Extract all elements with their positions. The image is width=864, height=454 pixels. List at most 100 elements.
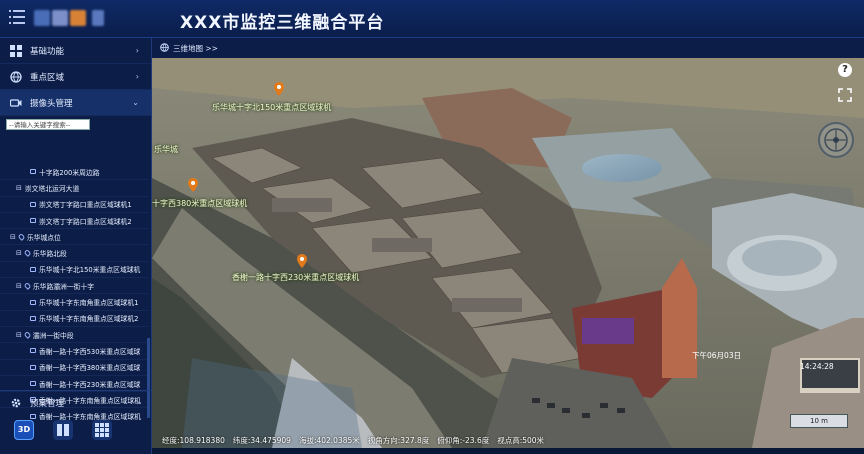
camera-icon: [30, 348, 36, 354]
chevron-right-icon: ›: [136, 398, 140, 407]
tree-item-label: 乐华城十字东南角重点区域球机2: [39, 315, 139, 324]
billboard-date-text: 下午06月03日: [692, 351, 742, 360]
bottom-strip: [152, 448, 864, 454]
sidebar-item-basic-functions[interactable]: 基础功能 ›: [0, 38, 151, 64]
camera-icon: [30, 315, 36, 321]
camera-map-label[interactable]: 香榭一路十字西230米重点区域球机: [232, 272, 359, 283]
camera-marker-icon[interactable]: [297, 254, 307, 268]
camera-marker-icon[interactable]: [188, 178, 198, 192]
tree-camera-item[interactable]: 香榭一路十字西530米重点区域球: [0, 343, 148, 360]
camera-map-label[interactable]: 十字西380米重点区域球机: [152, 198, 247, 209]
sidebar-item-label: 重点区域: [30, 72, 65, 83]
tree-item-label: 崇文塔北运河大道: [24, 184, 80, 193]
globe-icon: [160, 42, 169, 54]
chevron-right-icon: ›: [135, 72, 139, 81]
3d-view-label: 3D: [17, 425, 31, 434]
camera-map-label[interactable]: 乐华城十字北150米重点区域球机: [212, 102, 331, 113]
compass-icon: [824, 128, 848, 152]
tree-item-label: 崇文塔丁字路口重点区域球机2: [39, 217, 132, 226]
camera-icon: [30, 218, 36, 224]
sidebar-item-camera-management[interactable]: 摄像头管理 ⌄: [0, 90, 151, 116]
tree-item-label: 乐华城点位: [26, 233, 61, 242]
app-title: XXX市监控三维融合平台: [180, 13, 385, 33]
tree-camera-item[interactable]: 十字路200米周边路: [0, 164, 148, 181]
tree-group-item[interactable]: ⊟ 乐华路北段: [0, 245, 148, 262]
top-bar: XXX市监控三维融合平台: [0, 0, 864, 38]
pitch-readout: 俯仰角:-23.6度: [437, 435, 490, 445]
sidebar-item-label: 摄像头管理: [30, 98, 73, 109]
camera-icon: [9, 97, 22, 109]
collapse-toggle-icon[interactable]: ⊟: [16, 184, 22, 192]
longitude-readout: 经度:108.918380: [162, 435, 225, 445]
map-header: 三维地图 >>: [152, 38, 864, 58]
sidebar-item-key-areas[interactable]: 重点区域 ›: [0, 64, 151, 90]
3d-scene-image: [152, 58, 864, 448]
tree-camera-item[interactable]: 香榭一路十字西380米重点区域球: [0, 360, 148, 376]
navigation-compass[interactable]: [818, 122, 854, 158]
gear-icon: [10, 397, 22, 409]
collapse-toggle-icon[interactable]: ⊟: [16, 249, 22, 257]
location-pin-icon: [17, 232, 26, 241]
camera-icon: [30, 364, 36, 370]
tree-camera-item[interactable]: 崇文塔丁字路口重点区域球机1: [0, 197, 148, 213]
tree-group-item[interactable]: ⊟ 乐华城点位: [0, 229, 148, 246]
collapse-toggle-icon[interactable]: ⊟: [16, 331, 22, 339]
grid-view-button[interactable]: [92, 420, 112, 440]
tree-item-label: 灞洲一街中段: [32, 331, 74, 340]
sidebar-item-label: 基础功能: [30, 46, 65, 57]
collapse-toggle-icon[interactable]: ⊟: [10, 233, 16, 241]
tree-item-label: 香榭一路十字西380米重点区域球: [39, 364, 141, 373]
grid-icon: [10, 44, 22, 57]
tree-item-label: 乐华路灞洲一街十字: [32, 282, 95, 291]
tree-camera-item[interactable]: 崇文塔丁字路口重点区域球机2: [0, 213, 148, 230]
view-mode-toolbar: 3D: [0, 414, 152, 454]
latitude-readout: 纬度:34.475909: [232, 435, 291, 445]
3d-map-viewport[interactable]: 乐华城十字北150米重点区域球机 乐华城 十字西380米重点区域球机 香榭一路十…: [152, 58, 864, 448]
split-view-button[interactable]: [53, 420, 73, 440]
camera-icon: [30, 266, 36, 272]
user-avatar-icon[interactable]: [70, 10, 86, 26]
heading-readout: 视角方向:327.8度: [367, 435, 430, 445]
chevron-down-icon: ⌄: [132, 98, 139, 107]
camera-icon: [30, 201, 36, 207]
tree-item-label: 乐华城十字东南角重点区域球机1: [39, 299, 139, 308]
tree-camera-item[interactable]: 乐华城十字北150米重点区域球机: [0, 262, 148, 279]
menu-icon[interactable]: [9, 10, 25, 24]
area-map-label[interactable]: 乐华城: [154, 144, 178, 155]
tree-group-item[interactable]: ⊟ 灞洲一街中段: [0, 327, 148, 344]
tree-item-label: 香榭一路十字西230米重点区域球: [39, 380, 141, 389]
grid-view-icon: [95, 423, 109, 437]
location-pin-icon: [23, 330, 32, 339]
tree-camera-item[interactable]: 乐华城十字东南角重点区域球机2: [0, 311, 148, 327]
chevron-right-icon: ›: [135, 46, 139, 55]
tree-item-label: 十字路200米周边路: [39, 168, 100, 177]
tree-item-label: 乐华路北段: [32, 250, 67, 259]
logo-icon: [52, 10, 68, 26]
breadcrumb[interactable]: 三维地图 >>: [173, 43, 218, 54]
help-button[interactable]: ?: [838, 63, 852, 77]
fullscreen-button[interactable]: [838, 88, 852, 102]
billboard-time-text: 14:24:28: [800, 362, 834, 371]
fullscreen-icon: [838, 88, 852, 102]
tree-group-item[interactable]: ⊟ 乐华路灞洲一街十字: [0, 278, 148, 295]
user-name-blurred: [92, 10, 104, 26]
tree-group-item[interactable]: ⊟ 崇文塔北运河大道: [0, 180, 148, 197]
camera-icon: [30, 169, 36, 175]
camera-search-input[interactable]: --请输入关键字搜索--: [6, 119, 90, 130]
location-pin-icon: [23, 249, 32, 258]
globe-icon: [10, 70, 22, 83]
view-height-readout: 视点高:500米: [497, 435, 545, 445]
sidebar: 基础功能 › 重点区域 › 摄像头管理 ⌄ 十字路200米周边路 ⊟ 崇文塔北运河大…: [0, 38, 152, 454]
coordinate-status-bar: 经度:108.918380 纬度:34.475909 海拔:402.0385米 …: [152, 432, 864, 448]
tree-item-label: 香榭一路十字西530米重点区域球: [39, 347, 141, 356]
3d-view-button[interactable]: 3D: [14, 420, 34, 440]
sidebar-item-plan-management[interactable]: 预案管理 ›: [0, 390, 152, 414]
altitude-readout: 海拔:402.0385米: [298, 435, 360, 445]
location-pin-icon: [23, 281, 32, 290]
sidebar-item-label: 预案管理: [30, 398, 65, 409]
scale-bar: 10 m: [790, 414, 848, 428]
camera-marker-icon[interactable]: [274, 82, 284, 96]
collapse-toggle-icon[interactable]: ⊟: [16, 282, 22, 290]
tree-camera-item[interactable]: 乐华城十字东南角重点区域球机1: [0, 294, 148, 311]
split-view-icon: [57, 424, 69, 436]
